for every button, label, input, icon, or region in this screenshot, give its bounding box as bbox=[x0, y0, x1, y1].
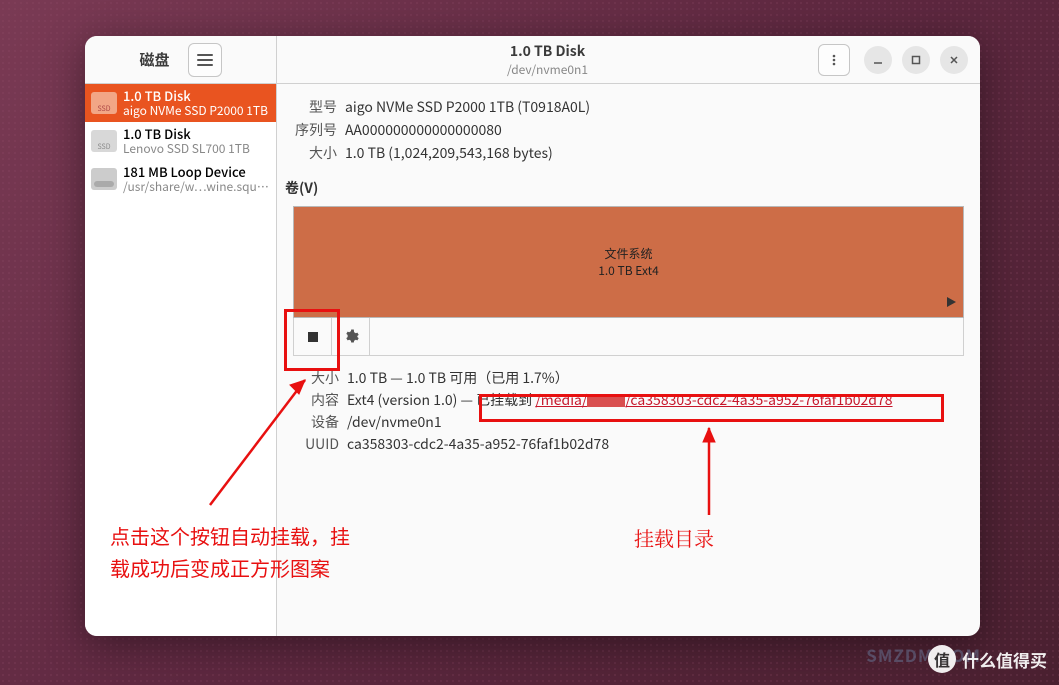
device-item-lenovo[interactable]: SSD 1.0 TB Disk Lenovo SSD SL700 1TB bbox=[85, 122, 276, 160]
volume-type-label: 文件系统 bbox=[604, 245, 652, 262]
titlebar-center: 1.0 TB Disk /dev/nvme0n1 bbox=[277, 36, 818, 83]
device-name: 181 MB Loop Device bbox=[123, 164, 270, 180]
redacted-user bbox=[587, 395, 625, 407]
ssd-icon: SSD bbox=[91, 92, 117, 114]
main-content: 型号 aigo NVMe SSD P2000 1TB (T0918A0L) 序列号… bbox=[277, 84, 980, 636]
annotation-text-left: 点击这个按钮自动挂载，挂 载成功后变成正方形图案 bbox=[110, 520, 350, 584]
device-name: 1.0 TB Disk bbox=[123, 126, 250, 142]
titlebar-left: 磁盘 bbox=[85, 36, 277, 83]
play-icon bbox=[945, 289, 957, 313]
annotation-arrow-right bbox=[694, 420, 724, 530]
size-label: 大小 bbox=[277, 143, 337, 163]
serial-value: AA000000000000000080 bbox=[345, 120, 502, 140]
serial-label: 序列号 bbox=[277, 120, 337, 140]
device-value: /dev/nvme0n1 bbox=[347, 412, 442, 432]
device-model: Lenovo SSD SL700 1TB bbox=[123, 142, 250, 156]
watermark: 值 什么值得买 bbox=[928, 645, 1047, 673]
partition-details: 大小1.0 TB — 1.0 TB 可用（已用 1.7%） 内容 Ext4 (v… bbox=[277, 366, 964, 456]
size-value: 1.0 TB (1,024,209,543,168 bytes) bbox=[345, 143, 553, 163]
model-value: aigo NVMe SSD P2000 1TB (T0918A0L) bbox=[345, 97, 590, 117]
minimize-icon bbox=[872, 54, 884, 66]
window-title: 1.0 TB Disk bbox=[510, 41, 585, 61]
ssd-icon: SSD bbox=[91, 130, 117, 152]
volume-partition[interactable]: 文件系统 1.0 TB Ext4 bbox=[293, 206, 964, 318]
hamburger-icon bbox=[197, 53, 213, 67]
device-path: /usr/share/w…wine.squashfs bbox=[123, 180, 270, 194]
titlebar-right bbox=[818, 36, 980, 83]
close-icon bbox=[948, 54, 960, 66]
disk-properties: 型号 aigo NVMe SSD P2000 1TB (T0918A0L) 序列号… bbox=[277, 94, 964, 166]
device-item-loop[interactable]: 181 MB Loop Device /usr/share/w…wine.squ… bbox=[85, 160, 276, 198]
app-title: 磁盘 bbox=[139, 49, 169, 70]
volumes-section-header: 卷(V) bbox=[285, 178, 964, 198]
psize-value: 1.0 TB — 1.0 TB 可用（已用 1.7%） bbox=[347, 368, 569, 388]
stop-icon bbox=[308, 332, 318, 342]
device-item-nvme[interactable]: SSD 1.0 TB Disk aigo NVMe SSD P2000 1TB bbox=[85, 84, 276, 122]
watermark-badge: 值 bbox=[928, 645, 956, 673]
volume-size-label: 1.0 TB Ext4 bbox=[598, 262, 659, 279]
kebab-icon bbox=[828, 54, 840, 66]
volume-toolbar bbox=[293, 318, 964, 356]
loop-device-icon bbox=[91, 168, 117, 190]
volume-options-button[interactable] bbox=[332, 318, 370, 355]
annotation-arrow-left bbox=[190, 370, 320, 530]
mount-point-link[interactable]: /media//ca358303-cdc2-4a35-a952-76faf1b0… bbox=[535, 390, 892, 410]
hamburger-menu-button[interactable] bbox=[188, 43, 222, 77]
model-label: 型号 bbox=[277, 97, 337, 117]
unmount-button[interactable] bbox=[294, 318, 332, 355]
titlebar: 磁盘 1.0 TB Disk /dev/nvme0n1 bbox=[85, 36, 980, 84]
content-value: Ext4 (version 1.0) — 已挂载到 /media//ca3583… bbox=[347, 390, 893, 410]
close-button[interactable] bbox=[940, 46, 968, 74]
uuid-value: ca358303-cdc2-4a35-a952-76faf1b02d78 bbox=[347, 434, 609, 454]
watermark-text: 什么值得买 bbox=[962, 647, 1047, 672]
annotation-text-right: 挂载目录 bbox=[634, 522, 714, 554]
device-model: aigo NVMe SSD P2000 1TB bbox=[123, 104, 268, 118]
device-name: 1.0 TB Disk bbox=[123, 88, 268, 104]
drive-options-button[interactable] bbox=[818, 44, 850, 76]
gear-icon bbox=[343, 329, 359, 345]
window-subtitle: /dev/nvme0n1 bbox=[507, 61, 588, 78]
maximize-button[interactable] bbox=[902, 46, 930, 74]
maximize-icon bbox=[910, 54, 922, 66]
minimize-button[interactable] bbox=[864, 46, 892, 74]
